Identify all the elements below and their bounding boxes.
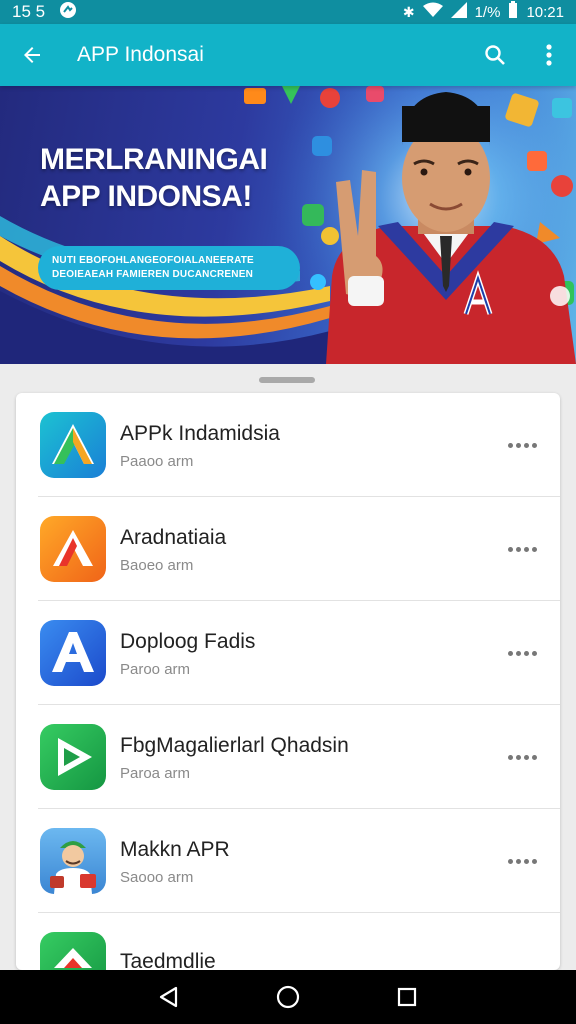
nav-home-icon [276, 985, 300, 1009]
more-options-icon[interactable] [492, 737, 552, 777]
orange-a-app-icon [40, 516, 106, 582]
app-subtitle: Paaoo arm [120, 452, 194, 470]
list-item[interactable]: Taedmdlie [16, 913, 560, 970]
banner-headline-line2: APP INDONSA! [40, 180, 252, 213]
search-icon [485, 45, 505, 65]
list-item[interactable]: APPk Indamidsia Paaoo arm [16, 393, 560, 497]
battery-text: 1/% [474, 3, 501, 21]
more-options-icon[interactable] [492, 425, 552, 465]
notification-badge-icon [59, 1, 77, 24]
list-item[interactable]: Makkn APR Saooo arm [16, 809, 560, 913]
signal-icon [450, 2, 467, 22]
status-bar: 15 5 ✱ 1/% 10:21 [0, 0, 576, 24]
list-item[interactable]: FbgMagalierlarl Qhadsin Paroa arm [16, 705, 560, 809]
more-options-icon[interactable] [492, 633, 552, 673]
app-bar: APP Indonsai [0, 24, 576, 86]
more-options-icon[interactable] [492, 529, 552, 569]
overflow-menu-icon [546, 44, 552, 66]
back-button[interactable] [0, 24, 64, 86]
green-house-app-icon [40, 932, 106, 970]
nav-recents-button[interactable] [382, 972, 432, 1022]
app-name: FbgMagalierlarl Qhadsin [120, 733, 349, 757]
battery-icon [508, 1, 518, 23]
app-subtitle: Baoeo arm [120, 556, 194, 574]
nav-back-button[interactable] [144, 972, 194, 1022]
search-button[interactable] [468, 24, 522, 86]
list-item[interactable]: Aradnatiaia Baoeo arm [16, 497, 560, 601]
app-name: Makkn APR [120, 837, 230, 861]
blue-a-app-icon [40, 620, 106, 686]
promo-banner[interactable]: MERLRANINGAI APP INDONSA! NUTI EBOFOHLAN… [0, 86, 576, 364]
app-name: Taedmdlie [120, 950, 216, 970]
drag-handle[interactable] [259, 377, 315, 383]
clock: 10:21 [526, 3, 564, 21]
banner-headline-line1: MERLRANINGAI [40, 143, 268, 176]
app-name: Aradnatiaia [120, 525, 227, 549]
nav-recents-icon [397, 987, 416, 1007]
character-app-icon [40, 828, 106, 894]
banner-tagline-line2: DEOIEAEAH FAMIEREN DUCANCRENEN [52, 269, 254, 280]
overflow-menu-button[interactable] [522, 24, 576, 86]
wifi-icon [422, 2, 443, 22]
more-options-icon[interactable] [492, 841, 552, 881]
app-name: APPk Indamidsia [120, 421, 280, 445]
green-play-app-icon [40, 724, 106, 790]
app-subtitle: Paroo arm [120, 660, 191, 678]
status-time-left: 15 5 [12, 2, 46, 21]
list-item[interactable]: Doploog Fadis Paroo arm [16, 601, 560, 705]
banner-tagline-line1: NUTI EBOFOHLANGEOFOIALANEERATE [52, 255, 254, 266]
system-nav-bar [0, 970, 576, 1024]
nav-back-icon [160, 986, 178, 1008]
app-subtitle: Paroa arm [120, 764, 191, 782]
nav-home-button[interactable] [263, 972, 313, 1022]
green-a-app-icon [40, 412, 106, 478]
banner-headline: MERLRANINGAI APP INDONSA! [40, 141, 330, 215]
floating-app-icon [244, 88, 266, 104]
app-name: Doploog Fadis [120, 629, 256, 653]
app-subtitle: Saooo arm [120, 868, 194, 886]
app-list: APPk Indamidsia Paaoo arm Aradnatiaia Ba… [16, 393, 560, 970]
do-not-disturb-icon: ✱ [402, 3, 415, 20]
banner-tagline: NUTI EBOFOHLANGEOFOIALANEERATE DEOIEAEAH… [38, 246, 300, 290]
page-title: APP Indonsai [77, 43, 204, 66]
back-arrow-icon [24, 47, 40, 63]
presenter-illustration [326, 92, 576, 364]
